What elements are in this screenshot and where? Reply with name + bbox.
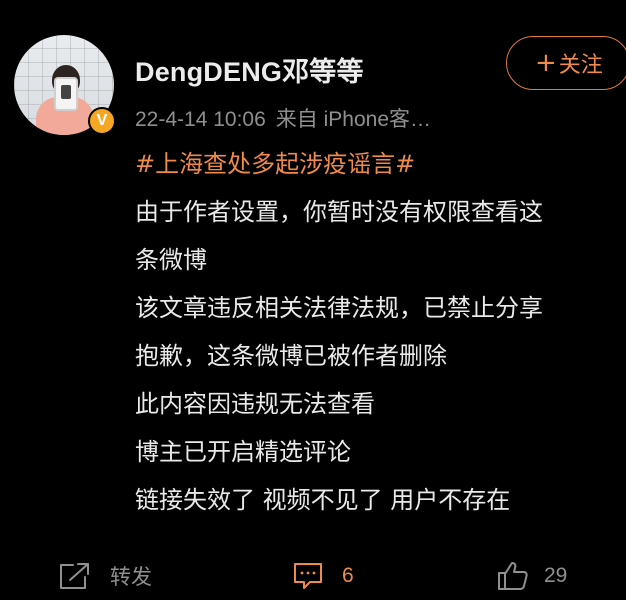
like-count: 29 — [544, 564, 568, 587]
content-line: 链接失效了 视频不见了 用户不存在 — [135, 486, 511, 514]
post-content: #上海查处多起涉疫谣言# 由于作者设置，你暂时没有权限查看这 条微博 该文章违反… — [135, 140, 620, 524]
post-source: 来自 iPhone客… — [275, 108, 432, 131]
content-line: 博主已开启精选评论 — [135, 438, 351, 466]
like-button[interactable]: 29 — [496, 552, 567, 600]
author-name[interactable]: DengDENG邓等等 — [135, 50, 364, 89]
follow-button[interactable]: + 关注 — [506, 36, 626, 90]
content-line: 此内容因违规无法查看 — [135, 390, 375, 418]
weibo-post: V DengDENG邓等等 22-4-14 10:06 来自 iPhone客… +… — [0, 0, 626, 600]
action-bar: 转发 6 29 — [0, 552, 626, 600]
repost-button[interactable]: 转发 — [58, 552, 152, 600]
comment-count: 6 — [342, 564, 354, 587]
verified-v-badge-icon: V — [88, 107, 116, 135]
post-time: 22-4-14 10:06 — [135, 108, 266, 131]
share-arrow-icon — [58, 561, 92, 591]
comment-button[interactable]: 6 — [292, 552, 354, 600]
author-avatar[interactable]: V — [14, 35, 116, 135]
post-meta: 22-4-14 10:06 来自 iPhone客… — [135, 103, 431, 133]
content-line: 该文章违反相关法律法规，已禁止分享 — [135, 294, 543, 322]
plus-icon: + — [535, 48, 557, 78]
avatar-phone — [54, 77, 78, 111]
content-line: 条微博 — [135, 246, 207, 274]
content-line: 抱歉，这条微博已被作者删除 — [135, 342, 447, 370]
hashtag-link[interactable]: #上海查处多起涉疫谣言# — [135, 140, 620, 188]
repost-label: 转发 — [110, 565, 152, 589]
comment-bubble-icon — [292, 561, 324, 591]
content-line: 由于作者设置，你暂时没有权限查看这 — [135, 198, 543, 226]
follow-label: 关注 — [558, 53, 603, 78]
thumbs-up-icon — [496, 560, 530, 592]
